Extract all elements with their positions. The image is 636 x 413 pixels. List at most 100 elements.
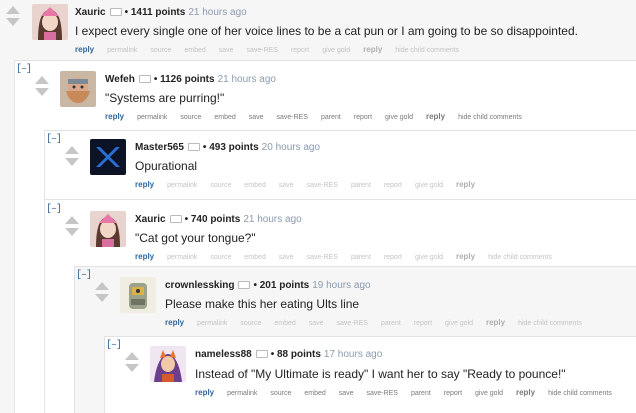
report-link[interactable]: report: [384, 254, 402, 261]
give-gold-link[interactable]: give gold: [475, 390, 503, 397]
source-link[interactable]: source: [210, 182, 231, 189]
collapse-toggle[interactable]: [–]: [46, 204, 62, 215]
upvote-icon[interactable]: [65, 146, 79, 154]
permalink-link[interactable]: permalink: [197, 320, 227, 327]
upvote-icon[interactable]: [65, 216, 79, 224]
parent-link[interactable]: parent: [381, 320, 401, 327]
save-res-link[interactable]: save-RES: [276, 114, 308, 121]
report-link[interactable]: report: [444, 390, 462, 397]
collapse-toggle[interactable]: [–]: [76, 270, 92, 281]
source-link[interactable]: source: [180, 114, 201, 121]
timestamp[interactable]: 17 hours ago: [324, 349, 382, 360]
collapse-toggle[interactable]: [–]: [46, 134, 62, 145]
upvote-icon[interactable]: [95, 282, 109, 290]
hide-child-comments-link[interactable]: hide child comments: [518, 320, 582, 327]
author-link[interactable]: nameless88: [195, 349, 252, 360]
save-res-link[interactable]: save-RES: [246, 47, 278, 54]
hide-child-comments-link[interactable]: hide child comments: [548, 390, 612, 397]
save-res-link[interactable]: save-RES: [336, 320, 368, 327]
give-gold-link[interactable]: give gold: [415, 182, 443, 189]
downvote-icon[interactable]: [125, 364, 139, 372]
res-reply-link[interactable]: reply: [363, 45, 382, 54]
downvote-icon[interactable]: [35, 88, 49, 96]
report-link[interactable]: report: [291, 47, 309, 54]
reply-link[interactable]: reply: [75, 45, 94, 54]
author-link[interactable]: Xauric: [135, 214, 166, 225]
source-link[interactable]: source: [210, 254, 231, 261]
hide-child-comments-link[interactable]: hide child comments: [458, 114, 522, 121]
give-gold-link[interactable]: give gold: [415, 254, 443, 261]
downvote-icon[interactable]: [65, 228, 79, 236]
parent-link[interactable]: parent: [351, 182, 371, 189]
reply-link[interactable]: reply: [135, 180, 154, 189]
save-link[interactable]: save: [339, 390, 354, 397]
permalink-link[interactable]: permalink: [107, 47, 137, 54]
reply-link[interactable]: reply: [135, 252, 154, 261]
timestamp[interactable]: 20 hours ago: [262, 142, 320, 153]
author-link[interactable]: Wefeh: [105, 74, 135, 85]
res-reply-link[interactable]: reply: [486, 318, 505, 327]
parent-link[interactable]: parent: [351, 254, 371, 261]
upvote-icon[interactable]: [125, 352, 139, 360]
embed-link[interactable]: embed: [244, 182, 265, 189]
author-link[interactable]: Xauric: [75, 7, 106, 18]
give-gold-link[interactable]: give gold: [385, 114, 413, 121]
dva-avatar-icon[interactable]: [90, 211, 126, 247]
save-link[interactable]: save: [219, 47, 234, 54]
source-link[interactable]: source: [240, 320, 261, 327]
permalink-link[interactable]: permalink: [167, 254, 197, 261]
res-reply-link[interactable]: reply: [456, 180, 475, 189]
save-res-link[interactable]: save-RES: [306, 182, 338, 189]
permalink-link[interactable]: permalink: [167, 182, 197, 189]
collapse-toggle[interactable]: [–]: [16, 64, 32, 75]
downvote-icon[interactable]: [95, 294, 109, 302]
reply-link[interactable]: reply: [195, 388, 214, 397]
timestamp[interactable]: 21 hours ago: [218, 74, 276, 85]
team-logo-icon[interactable]: [90, 139, 126, 175]
author-link[interactable]: Master565: [135, 142, 184, 153]
source-link[interactable]: source: [150, 47, 171, 54]
torbjorn-avatar-icon[interactable]: [60, 71, 96, 107]
upvote-icon[interactable]: [6, 6, 20, 14]
report-link[interactable]: report: [354, 114, 372, 121]
embed-link[interactable]: embed: [304, 390, 325, 397]
upvote-icon[interactable]: [35, 76, 49, 84]
hide-child-comments-link[interactable]: hide child comments: [395, 47, 459, 54]
reply-link[interactable]: reply: [105, 112, 124, 121]
permalink-link[interactable]: permalink: [227, 390, 257, 397]
save-res-link[interactable]: save-RES: [306, 254, 338, 261]
character-avatar-icon[interactable]: [150, 346, 186, 382]
reply-link[interactable]: reply: [165, 318, 184, 327]
save-link[interactable]: save: [279, 254, 294, 261]
downvote-icon[interactable]: [6, 18, 20, 26]
parent-link[interactable]: parent: [411, 390, 431, 397]
timestamp[interactable]: 19 hours ago: [312, 280, 370, 291]
parent-link[interactable]: parent: [321, 114, 341, 121]
downvote-icon[interactable]: [65, 158, 79, 166]
collapse-toggle[interactable]: [–]: [106, 340, 122, 351]
embed-link[interactable]: embed: [214, 114, 235, 121]
res-reply-link[interactable]: reply: [456, 252, 475, 261]
give-gold-link[interactable]: give gold: [445, 320, 473, 327]
save-link[interactable]: save: [279, 182, 294, 189]
author-link[interactable]: crownlessking: [165, 280, 234, 291]
comment-body: "Cat got your tongue?": [135, 231, 256, 245]
save-res-link[interactable]: save-RES: [366, 390, 398, 397]
permalink-link[interactable]: permalink: [137, 114, 167, 121]
res-reply-link[interactable]: reply: [426, 112, 445, 121]
source-link[interactable]: source: [270, 390, 291, 397]
report-link[interactable]: report: [414, 320, 432, 327]
res-reply-link[interactable]: reply: [516, 388, 535, 397]
report-link[interactable]: report: [384, 182, 402, 189]
give-gold-link[interactable]: give gold: [322, 47, 350, 54]
timestamp[interactable]: 21 hours ago: [188, 7, 246, 18]
embed-link[interactable]: embed: [244, 254, 265, 261]
save-link[interactable]: save: [309, 320, 324, 327]
embed-link[interactable]: embed: [274, 320, 295, 327]
hide-child-comments-link[interactable]: hide child comments: [488, 254, 552, 261]
dva-avatar-icon[interactable]: [32, 4, 68, 40]
timestamp[interactable]: 21 hours ago: [243, 214, 301, 225]
save-link[interactable]: save: [249, 114, 264, 121]
bastion-avatar-icon[interactable]: [120, 277, 156, 313]
embed-link[interactable]: embed: [184, 47, 205, 54]
